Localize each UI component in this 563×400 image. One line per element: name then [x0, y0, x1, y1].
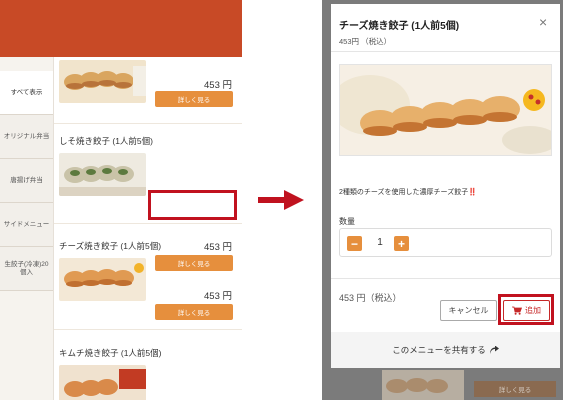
minus-button[interactable]: − — [347, 236, 362, 251]
menu-list: 453 円 詳しく見る しそ焼き餃子 (1人前5個) 453 円 詳しく見る チ… — [53, 57, 242, 400]
share-label: このメニューを共有する — [392, 345, 486, 355]
background-gyoza-photo — [382, 370, 464, 400]
share-menu-link[interactable]: このメニューを共有する — [331, 332, 560, 368]
divider — [331, 51, 560, 52]
highlight-add-button — [498, 294, 554, 325]
quantity-stepper: − 1 + — [339, 228, 552, 257]
sidebar-item-frozen-gyoza[interactable]: 生餃子(冷凍)20個入 — [0, 247, 53, 291]
cheese-gyoza-photo — [59, 258, 146, 301]
close-icon[interactable]: × — [539, 14, 547, 30]
detail-button[interactable]: 詳しく見る — [155, 255, 233, 271]
item-price: 453 円 — [204, 242, 232, 253]
product-photo — [339, 64, 552, 156]
sidebar-item-all[interactable]: すべて表示 — [0, 71, 53, 115]
site-header — [0, 0, 242, 57]
cancel-label: キャンセル — [448, 306, 489, 315]
quantity-value: 1 — [377, 237, 383, 248]
item-price: 453 円 — [204, 80, 232, 91]
item-title: しそ焼き餃子 (1人前5個) — [59, 136, 153, 146]
sidebar-item-karaage[interactable]: 唐揚げ弁当 — [0, 159, 53, 203]
divider — [331, 278, 560, 279]
detail-button[interactable]: 詳しく見る — [155, 91, 233, 107]
detail-button[interactable]: 詳しく見る — [155, 304, 233, 320]
background-detail-button: 詳しく見る — [474, 381, 556, 397]
sidebar-item-label: サイドメニュー — [3, 220, 50, 228]
shiso-gyoza-photo — [59, 153, 146, 196]
share-arrow-icon — [489, 346, 499, 354]
item-title: キムチ焼き餃子 (1人前5個) — [59, 348, 162, 358]
sidebar-item-label: 生餃子(冷凍)20個入 — [4, 260, 49, 276]
sidebar-item-label: すべて表示 — [10, 88, 43, 96]
gyoza-photo — [59, 60, 146, 103]
product-description: 2種類のチーズを使用した濃厚チーズ餃子‼️ — [339, 189, 477, 196]
cancel-button[interactable]: キャンセル — [440, 300, 497, 321]
modal-subtitle: 453円 （税込） — [339, 37, 392, 46]
item-price: 453 円 — [204, 291, 232, 302]
plus-button[interactable]: + — [394, 236, 409, 251]
sidebar-item-side-menu[interactable]: サイドメニュー — [0, 203, 53, 247]
divider — [54, 123, 242, 124]
item-title: チーズ焼き餃子 (1人前5個) — [59, 241, 162, 251]
divider — [54, 329, 242, 330]
highlight-detail-button — [148, 190, 237, 220]
sidebar-item-label: オリジナル弁当 — [3, 132, 50, 140]
modal-price: 453 円（税込） — [339, 293, 402, 303]
quantity-label: 数量 — [339, 217, 355, 226]
modal-title: チーズ焼き餃子 (1人前5個) — [339, 21, 460, 32]
kimchi-gyoza-photo — [59, 365, 146, 400]
category-sidebar: すべて表示 オリジナル弁当 唐揚げ弁当 サイドメニュー 生餃子(冷凍)20個入 — [0, 71, 53, 291]
divider — [54, 223, 242, 224]
right-arrow-icon — [258, 190, 304, 210]
left-screenshot: すべて表示 オリジナル弁当 唐揚げ弁当 サイドメニュー 生餃子(冷凍)20個入 … — [0, 0, 242, 400]
sidebar-item-original[interactable]: オリジナル弁当 — [0, 115, 53, 159]
sidebar-item-label: 唐揚げ弁当 — [10, 176, 43, 184]
